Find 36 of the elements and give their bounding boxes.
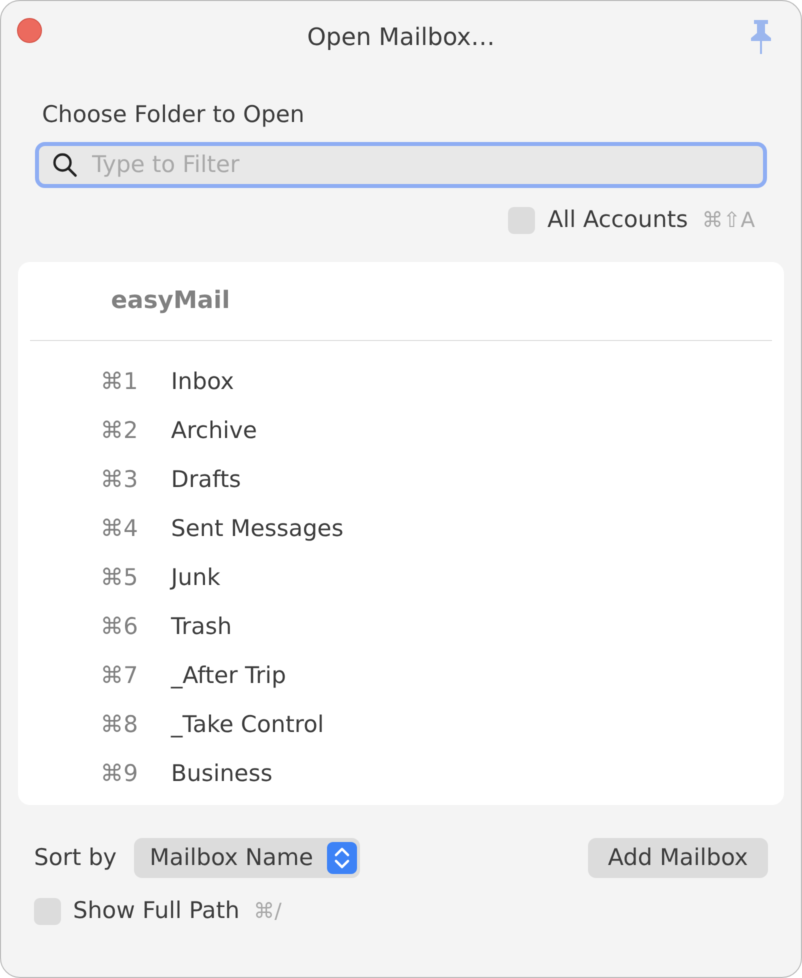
mailbox-item[interactable]: _Take Control [171, 712, 324, 738]
mailbox-item[interactable]: Drafts [171, 466, 241, 492]
account-header: easyMail [110, 285, 231, 316]
shortcut-label: ⌘3 [99, 466, 138, 492]
search-icon [52, 152, 78, 178]
shortcut-label: ⌘5 [99, 564, 138, 590]
shortcut-label: ⌘7 [99, 662, 138, 688]
add-mailbox-button[interactable]: Add Mailbox [588, 838, 768, 878]
mailbox-item[interactable]: Junk [171, 564, 220, 590]
mailbox-item[interactable]: Trash [171, 614, 232, 640]
pin-icon[interactable] [749, 18, 773, 54]
close-button[interactable] [17, 18, 42, 43]
chevron-icon [327, 842, 358, 874]
shortcut-label: ⌘⇧A [702, 208, 755, 232]
shortcut-label: ⌘9 [99, 760, 138, 786]
search-field[interactable]: Type to Filter [90, 151, 750, 179]
window-title: Open Mailbox… [307, 23, 495, 51]
checkbox-label: Show Full Path [73, 898, 240, 924]
search-bar[interactable]: Type to Filter [35, 142, 767, 188]
shortcut-label: ⌘4 [99, 516, 138, 542]
prompt-label: Choose Folder to Open [42, 102, 306, 128]
mailbox-item[interactable]: Business [171, 760, 272, 786]
mailbox-item[interactable]: _After Trip [171, 662, 286, 688]
sort-popup[interactable]: Mailbox Name [134, 838, 360, 878]
sort-label: Sort by [34, 845, 117, 871]
checkbox[interactable] [34, 898, 61, 924]
shortcut-label: ⌘1 [99, 368, 138, 394]
mailbox-item[interactable]: Sent Messages [171, 516, 344, 542]
shortcut-label: ⌘/ [254, 899, 282, 923]
checkbox[interactable] [508, 206, 536, 234]
checkbox-label: All Accounts [547, 207, 688, 233]
shortcut-label: ⌘8 [99, 712, 138, 738]
shortcut-label: ⌘2 [99, 418, 138, 444]
shortcut-label: ⌘6 [99, 614, 138, 640]
mailbox-item[interactable]: Archive [171, 418, 258, 444]
mailbox-item[interactable]: Inbox [171, 368, 234, 394]
